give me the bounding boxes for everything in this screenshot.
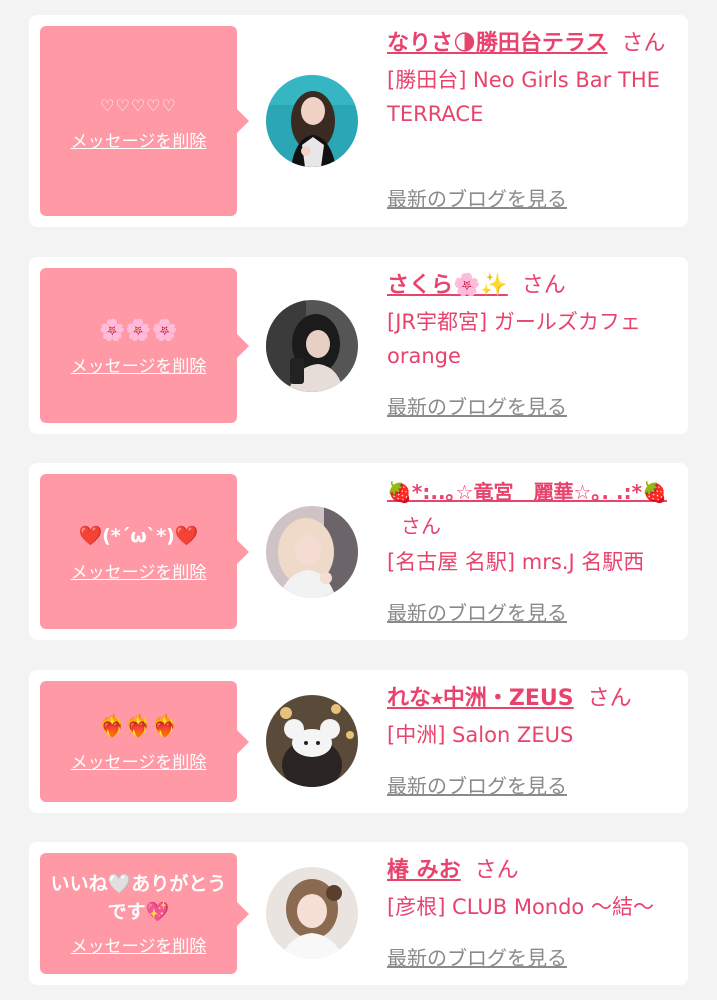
message-bubble: ❤️(*´ω`*)❤️ メッセージを削除 bbox=[40, 474, 249, 629]
latest-blog-link[interactable]: 最新のブログを見る bbox=[387, 770, 567, 799]
avatar[interactable] bbox=[266, 300, 358, 392]
latest-blog-link[interactable]: 最新のブログを見る bbox=[387, 183, 567, 212]
list-item: 🌸🌸🌸 メッセージを削除 さくら🌸✨ さん [JR宇都宮] ガールズカフェ ora… bbox=[29, 257, 688, 434]
shop-name: [JR宇都宮] ガールズカフェ orange bbox=[387, 310, 641, 368]
message-text: ❤️(*´ω`*)❤️ bbox=[78, 524, 199, 547]
honorific: さん bbox=[621, 31, 666, 56]
item-info: 椿 みお さん [彦根] CLUB Mondo 〜結〜 最新のブログを見る bbox=[387, 854, 682, 975]
message-text: ❤️‍🔥❤️‍🔥❤️‍🔥 bbox=[99, 713, 178, 738]
avatar[interactable] bbox=[266, 75, 358, 167]
latest-blog-link[interactable]: 最新のブログを見る bbox=[387, 391, 567, 420]
item-info: れな⭑中洲・ZEUS さん [中洲] Salon ZEUS 最新のブログを見る bbox=[387, 682, 682, 803]
girl-name-link[interactable]: さくら🌸✨ bbox=[387, 273, 508, 298]
avatar[interactable] bbox=[266, 867, 358, 959]
message-text: ♡♡♡♡♡ bbox=[100, 96, 177, 115]
item-info: さくら🌸✨ さん [JR宇都宮] ガールズカフェ orange 最新のブログを見る bbox=[387, 269, 682, 424]
honorific: さん bbox=[521, 273, 566, 298]
latest-blog-link[interactable]: 最新のブログを見る bbox=[387, 942, 567, 971]
latest-blog-link[interactable]: 最新のブログを見る bbox=[387, 597, 567, 626]
delete-message-link[interactable]: メッセージを削除 bbox=[71, 748, 207, 773]
girl-photo-icon bbox=[266, 506, 358, 598]
list-item: ❤️(*´ω`*)❤️ メッセージを削除 🍓*:..｡☆竜宮 麗華☆｡. .:*… bbox=[29, 463, 688, 640]
girl-name-link[interactable]: 🍓*:..｡☆竜宮 麗華☆｡. .:*🍓 bbox=[387, 480, 667, 504]
message-bubble: 🌸🌸🌸 メッセージを削除 bbox=[40, 268, 249, 423]
girl-name-link[interactable]: 椿 みお bbox=[387, 858, 461, 883]
shop-name: [名古屋 名駅] mrs.J 名駅西 bbox=[387, 550, 645, 574]
list-item: ♡♡♡♡♡ メッセージを削除 なりさ🌗勝田台テラス さん [勝田台] Neo Gi… bbox=[29, 15, 688, 227]
favorite-list: ♡♡♡♡♡ メッセージを削除 なりさ🌗勝田台テラス さん [勝田台] Neo Gi… bbox=[0, 0, 717, 1000]
shop-name: [勝田台] Neo Girls Bar THE TERRACE bbox=[387, 68, 660, 126]
shop-name: [中洲] Salon ZEUS bbox=[387, 723, 574, 747]
message-bubble: ❤️‍🔥❤️‍🔥❤️‍🔥 メッセージを削除 bbox=[40, 681, 249, 802]
avatar[interactable] bbox=[266, 506, 358, 598]
message-bubble: いいね🤍ありがとうです💖 メッセージを削除 bbox=[40, 853, 249, 974]
avatar[interactable] bbox=[266, 695, 358, 787]
message-text: 🌸🌸🌸 bbox=[99, 317, 178, 342]
list-item: ❤️‍🔥❤️‍🔥❤️‍🔥 メッセージを削除 れな⭑中洲・ZEUSさん [中洲] bbox=[29, 670, 688, 813]
shop-name: [彦根] CLUB Mondo 〜結〜 bbox=[387, 895, 654, 919]
item-info: 🍓*:..｡☆竜宮 麗華☆｡. .:*🍓 さん [名古屋 名駅] mrs.J 名駅… bbox=[387, 475, 682, 630]
girl-photo-icon bbox=[266, 300, 358, 392]
item-info: なりさ🌗勝田台テラス さん [勝田台] Neo Girls Bar THE TER… bbox=[387, 27, 682, 217]
girl-photo-icon bbox=[266, 867, 358, 959]
message-text: いいね🤍ありがとうです💖 bbox=[50, 873, 227, 923]
honorific: さん bbox=[474, 858, 519, 883]
message-bubble: ♡♡♡♡♡ メッセージを削除 bbox=[40, 26, 249, 216]
delete-message-link[interactable]: メッセージを削除 bbox=[71, 932, 207, 957]
honorific: さん bbox=[401, 514, 441, 538]
list-item: いいね🤍ありがとうです💖 メッセージを削除 椿 みお さん [彦根] CLUB M… bbox=[29, 842, 688, 985]
delete-message-link[interactable]: メッセージを削除 bbox=[71, 558, 207, 583]
girl-photo-icon bbox=[266, 75, 358, 167]
girl-name-link[interactable]: れな⭑中洲・ZEUS bbox=[387, 686, 574, 711]
delete-message-link[interactable]: メッセージを削除 bbox=[71, 352, 207, 377]
girl-name-link[interactable]: なりさ🌗勝田台テラス bbox=[387, 31, 608, 56]
girl-photo-icon bbox=[266, 695, 358, 787]
honorific: さん bbox=[587, 686, 632, 711]
delete-message-link[interactable]: メッセージを削除 bbox=[71, 127, 207, 152]
